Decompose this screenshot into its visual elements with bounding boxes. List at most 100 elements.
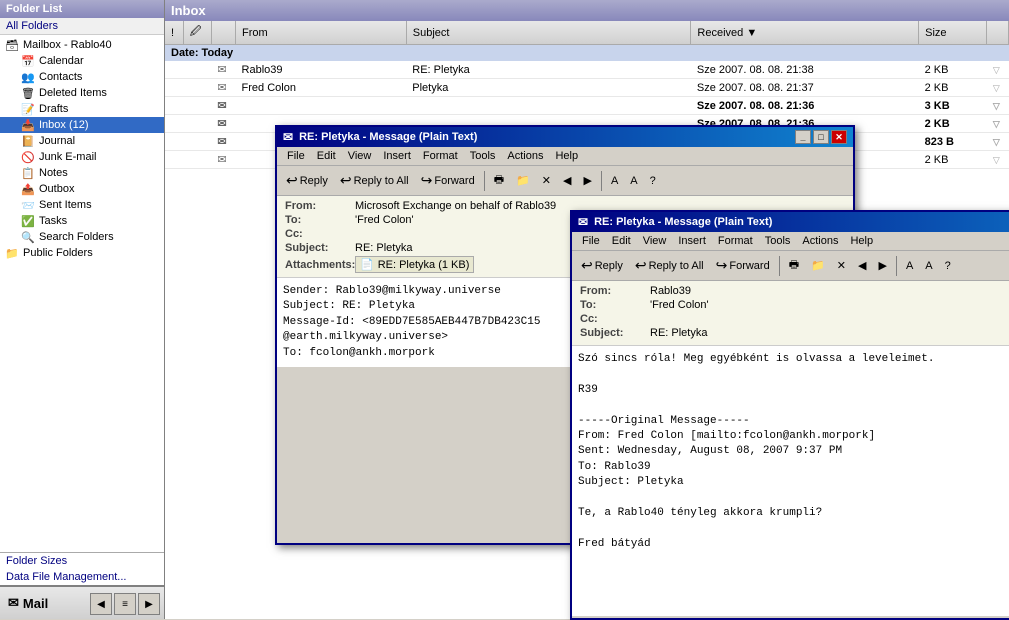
from-label-1: From: [285, 200, 355, 212]
sidebar-item-contacts[interactable]: 👥Contacts [0, 69, 164, 85]
menu-2-file[interactable]: File [576, 233, 606, 249]
menu-2-actions[interactable]: Actions [796, 233, 844, 249]
prev-btn-1[interactable]: ◀ [558, 171, 576, 190]
col-size-header[interactable]: Size [919, 21, 987, 45]
folder-sizes-link[interactable]: Folder Sizes [0, 553, 164, 569]
nav-icon-2[interactable]: ≡ [114, 593, 136, 615]
folder-label-inbox: Inbox (12) [39, 119, 89, 131]
move-btn-2[interactable]: 📁 [806, 256, 830, 275]
window-2-menubar: File Edit View Insert Format Tools Actio… [572, 232, 1009, 251]
delete-btn-1[interactable]: ✕ [537, 171, 556, 190]
window-1-reply-btn[interactable]: ↩ Reply [281, 169, 333, 192]
zoom2-btn-2[interactable]: A [920, 257, 937, 275]
window-1-forward-btn[interactable]: ↪ Forward [416, 169, 480, 192]
flag-cell-0 [165, 61, 183, 79]
sidebar-item-deleted[interactable]: 🗑Deleted Items [0, 85, 164, 101]
subject-label-2: Subject: [580, 327, 650, 339]
window-2-reply-btn[interactable]: ↩ Reply [576, 254, 628, 277]
menu-1-tools[interactable]: Tools [464, 148, 502, 164]
sidebar-item-tasks[interactable]: ✅Tasks [0, 213, 164, 229]
col-from-header[interactable]: From [236, 21, 407, 45]
zoom2-btn-1[interactable]: A [625, 172, 642, 190]
contacts-icon: 👥 [20, 70, 36, 84]
size-cell-3: 2 KB [919, 115, 987, 133]
from-value-2: Rablo39 [650, 285, 993, 297]
sidebar-item-notes[interactable]: 📋Notes [0, 165, 164, 181]
sidebar-item-search[interactable]: 🔍Search Folders [0, 229, 164, 245]
menu-2-tools[interactable]: Tools [759, 233, 797, 249]
menu-1-edit[interactable]: Edit [311, 148, 342, 164]
help-btn-1[interactable]: ? [645, 172, 661, 190]
menu-1-insert[interactable]: Insert [377, 148, 417, 164]
forward-label: Forward [434, 175, 474, 187]
col-flag-header[interactable]: ! [165, 21, 183, 45]
received-cell-1: Sze 2007. 08. 08. 21:37 [691, 79, 919, 97]
menu-1-view[interactable]: View [342, 148, 378, 164]
window-2-forward-btn[interactable]: ↪ Forward [711, 254, 775, 277]
menu-1-file[interactable]: File [281, 148, 311, 164]
from-label-2: From: [580, 285, 650, 297]
menu-1-format[interactable]: Format [417, 148, 464, 164]
menu-2-help[interactable]: Help [844, 233, 879, 249]
sidebar-item-journal[interactable]: 📔Journal [0, 133, 164, 149]
col-received-header[interactable]: Received ▼ [691, 21, 919, 45]
menu-2-view[interactable]: View [637, 233, 673, 249]
window-1-close[interactable]: ✕ [831, 130, 847, 144]
zoom-btn-2[interactable]: A [901, 257, 918, 275]
mail-nav-button[interactable]: ✉ Mail [4, 593, 52, 613]
reply2-label: Reply [595, 260, 623, 272]
sidebar-item-junk[interactable]: 🚫Junk E-mail [0, 149, 164, 165]
prev-btn-2[interactable]: ◀ [853, 256, 871, 275]
col-icon-header[interactable] [211, 21, 235, 45]
extra-cell-1: ▽ [987, 79, 1009, 97]
sidebar-all-folders[interactable]: All Folders [0, 18, 164, 35]
email-row-2[interactable]: ✉ Sze 2007. 08. 08. 21:36 3 KB ▽ [165, 97, 1009, 115]
inbox-title-bar: Inbox [165, 0, 1009, 21]
next-btn-1[interactable]: ▶ [578, 171, 596, 190]
icon-cell-0: ✉ [211, 61, 235, 79]
folder-label-outbox: Outbox [39, 183, 74, 195]
print-btn-2[interactable]: 🖶 [784, 253, 804, 278]
content-area: Inbox ! 🖉 From Subject Received ▼ Size [165, 0, 1009, 619]
icon-cell-2: ✉ [211, 97, 235, 115]
col-subject-header[interactable]: Subject [406, 21, 691, 45]
email-row-1[interactable]: ✉ Fred Colon Pletyka Sze 2007. 08. 08. 2… [165, 79, 1009, 97]
email-row-0[interactable]: ✉ Rablo39 RE: Pletyka Sze 2007. 08. 08. … [165, 61, 1009, 79]
window-1-minimize[interactable]: _ [795, 130, 811, 144]
sidebar-item-outbox[interactable]: 📤Outbox [0, 181, 164, 197]
sidebar-item-public[interactable]: 📁Public Folders [0, 245, 164, 261]
help-btn-2[interactable]: ? [940, 257, 956, 275]
sidebar-item-sent[interactable]: 📨Sent Items [0, 197, 164, 213]
col-extra-header[interactable] [987, 21, 1009, 45]
nav-icon-3[interactable]: ▶ [138, 593, 160, 615]
sidebar: Folder List All Folders 🗃Mailbox - Rablo… [0, 0, 165, 619]
next-btn-2[interactable]: ▶ [873, 256, 891, 275]
menu-2-insert[interactable]: Insert [672, 233, 712, 249]
reply-icon: ↩ [286, 172, 298, 189]
zoom-btn-1[interactable]: A [606, 172, 623, 190]
window-2-reply-all-btn[interactable]: ↩ Reply to All [630, 254, 709, 277]
window-2-body: Szó sincs róla! Meg egyébként is olvassa… [572, 346, 1009, 616]
attach-cell-0 [183, 61, 211, 79]
sidebar-item-mailbox[interactable]: 🗃Mailbox - Rablo40 [0, 37, 164, 53]
sidebar-item-drafts[interactable]: 📝Drafts [0, 101, 164, 117]
nav-icon-1[interactable]: ◀ [90, 593, 112, 615]
folder-label-drafts: Drafts [39, 103, 68, 115]
window-1-titlebar: ✉ RE: Pletyka - Message (Plain Text) _ □… [277, 127, 853, 147]
folder-label-mailbox: Mailbox - Rablo40 [23, 39, 112, 51]
folder-label-contacts: Contacts [39, 71, 82, 83]
menu-1-actions[interactable]: Actions [501, 148, 549, 164]
window-1-reply-all-btn[interactable]: ↩ Reply to All [335, 169, 414, 192]
subject-cell-0: RE: Pletyka [406, 61, 691, 79]
menu-2-format[interactable]: Format [712, 233, 759, 249]
sidebar-item-inbox[interactable]: 📥Inbox (12) [0, 117, 164, 133]
print-btn-1[interactable]: 🖶 [489, 168, 509, 193]
menu-2-edit[interactable]: Edit [606, 233, 637, 249]
data-file-link[interactable]: Data File Management... [0, 569, 164, 585]
sidebar-item-calendar[interactable]: 📅Calendar [0, 53, 164, 69]
col-attach-header[interactable]: 🖉 [183, 21, 211, 45]
window-1-maximize[interactable]: □ [813, 130, 829, 144]
menu-1-help[interactable]: Help [549, 148, 584, 164]
delete-btn-2[interactable]: ✕ [832, 256, 851, 275]
move-btn-1[interactable]: 📁 [511, 171, 535, 190]
